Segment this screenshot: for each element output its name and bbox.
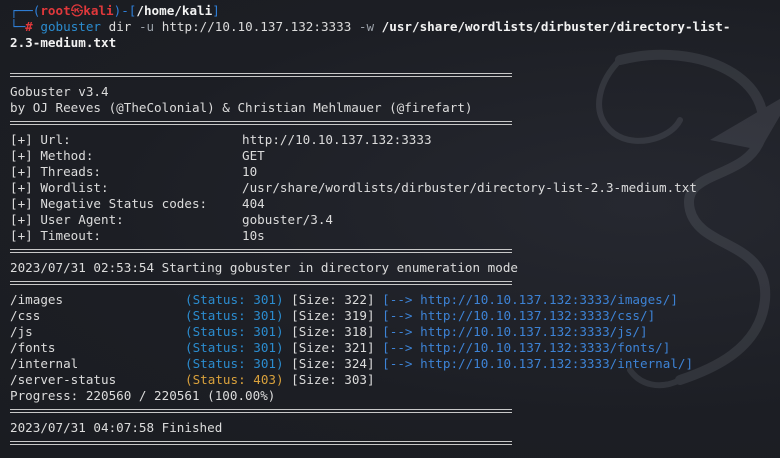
result-row: /internal (Status: 301) [Size: 324] [--> … — [10, 356, 693, 372]
result-status: (Status: 301) — [185, 356, 284, 371]
start-message: 2023/07/31 02:53:54 Starting gobuster in… — [10, 260, 518, 275]
separator — [10, 121, 512, 125]
redirect-arrow: [--> — [382, 324, 413, 339]
result-row: /js (Status: 301) [Size: 318] [--> http:/… — [10, 324, 648, 340]
prompt-frame-top: ┌──( — [10, 3, 41, 18]
config-row-user-agent: [+] User Agent: gobuster/3.4 — [10, 212, 333, 228]
redirect-arrow: [--> — [382, 292, 413, 307]
config-row-threads: [+] Threads: 10 — [10, 164, 257, 180]
result-size: [Size: 321] — [291, 340, 375, 355]
result-row: /css (Status: 301) [Size: 319] [--> http:… — [10, 308, 655, 324]
command-binary: gobuster — [40, 19, 102, 34]
prompt-user: root — [40, 3, 71, 18]
command-wordlist-arg-wrap: 2.3-medium.txt — [10, 35, 117, 50]
separator — [10, 409, 512, 413]
command-wordlist-arg: /usr/share/wordlists/dirbuster/directory… — [381, 19, 731, 34]
separator — [10, 249, 512, 253]
prompt-path: /home/kali — [136, 3, 213, 18]
result-status: (Status: 301) — [185, 308, 284, 323]
config-value: 10 — [242, 164, 258, 179]
banner-title: Gobuster v3.4 — [10, 84, 109, 99]
prompt-at-symbol: ㉿ — [70, 3, 84, 18]
result-size: [Size: 324] — [291, 356, 375, 371]
redirect-link[interactable]: http://10.10.137.132:3333/images/] — [420, 292, 678, 307]
result-path: /internal — [10, 356, 79, 371]
redirect-link[interactable]: http://10.10.137.132:3333/fonts/] — [420, 340, 670, 355]
result-path: /server-status — [10, 372, 117, 387]
banner-authors: by OJ Reeves (@TheColonial) & Christian … — [10, 100, 473, 115]
config-row-method: [+] Method: GET — [10, 148, 265, 164]
config-value: GET — [242, 148, 265, 163]
terminal-window[interactable]: ┌──(root㉿kali)-[/home/kali] └─# gobuster… — [0, 0, 780, 458]
command-flag-u: -u — [138, 19, 155, 34]
command-flag-w: -w — [358, 19, 375, 34]
result-size: [Size: 318] — [291, 324, 375, 339]
config-row-timeout: [+] Timeout: 10s — [10, 228, 265, 244]
finish-message: 2023/07/31 04:07:58 Finished — [10, 420, 223, 435]
config-key: [+] Negative Status codes: — [10, 196, 208, 211]
redirect-link[interactable]: http://10.10.137.132:3333/js/] — [420, 324, 647, 339]
config-key: [+] Threads: — [10, 164, 101, 179]
result-path: /css — [10, 308, 41, 323]
config-row-wordlist: [+] Wordlist: /usr/share/wordlists/dirbus… — [10, 180, 697, 196]
config-key: [+] Url: — [10, 132, 71, 147]
redirect-link[interactable]: http://10.10.137.132:3333/internal/] — [420, 356, 693, 371]
redirect-arrow: [--> — [382, 308, 413, 323]
result-path: /fonts — [10, 340, 56, 355]
config-value: /usr/share/wordlists/dirbuster/directory… — [242, 180, 697, 195]
prompt-host: kali — [83, 3, 114, 18]
config-key: [+] Timeout: — [10, 228, 101, 243]
result-status: (Status: 301) — [185, 340, 284, 355]
result-size: [Size: 303] — [291, 372, 375, 387]
result-row: /images (Status: 301) [Size: 322] [--> ht… — [10, 292, 678, 308]
command-line[interactable]: └─# gobuster dir -u http://10.10.137.132… — [10, 19, 730, 35]
result-row: /server-status (Status: 403) [Size: 303] — [10, 372, 375, 388]
prompt-frame-bottom: └─ — [10, 19, 26, 34]
prompt-header: ┌──(root㉿kali)-[/home/kali] — [10, 3, 220, 19]
progress-text: Progress: 220560 / 220561 (100.00%) — [10, 388, 276, 403]
prompt-end: ] — [212, 3, 220, 18]
result-size: [Size: 322] — [291, 292, 375, 307]
config-row-negative-status: [+] Negative Status codes: 404 — [10, 196, 265, 212]
config-key: [+] Method: — [10, 148, 94, 163]
config-key: [+] User Agent: — [10, 212, 124, 227]
prompt-mid: )-[ — [113, 3, 137, 18]
config-row-url: [+] Url: http://10.10.137.132:3333 — [10, 132, 432, 148]
config-key: [+] Wordlist: — [10, 180, 109, 195]
command-subcommand: dir — [108, 19, 132, 34]
separator — [10, 73, 512, 77]
redirect-link[interactable]: http://10.10.137.132:3333/css/] — [420, 308, 655, 323]
config-value: 10s — [242, 228, 265, 243]
result-size: [Size: 319] — [291, 308, 375, 323]
result-status: (Status: 301) — [185, 292, 284, 307]
result-status: (Status: 403) — [185, 372, 284, 387]
separator — [10, 281, 512, 285]
prompt-hash: # — [25, 19, 33, 34]
result-status: (Status: 301) — [185, 324, 284, 339]
config-value: http://10.10.137.132:3333 — [242, 132, 432, 147]
command-url-arg: http://10.10.137.132:3333 — [161, 19, 352, 34]
result-path: /images — [10, 292, 64, 307]
separator — [10, 441, 512, 445]
config-value: 404 — [242, 196, 265, 211]
result-path: /js — [10, 324, 33, 339]
redirect-arrow: [--> — [382, 340, 413, 355]
result-row: /fonts (Status: 301) [Size: 321] [--> htt… — [10, 340, 670, 356]
config-value: gobuster/3.4 — [242, 212, 333, 227]
redirect-arrow: [--> — [382, 356, 413, 371]
